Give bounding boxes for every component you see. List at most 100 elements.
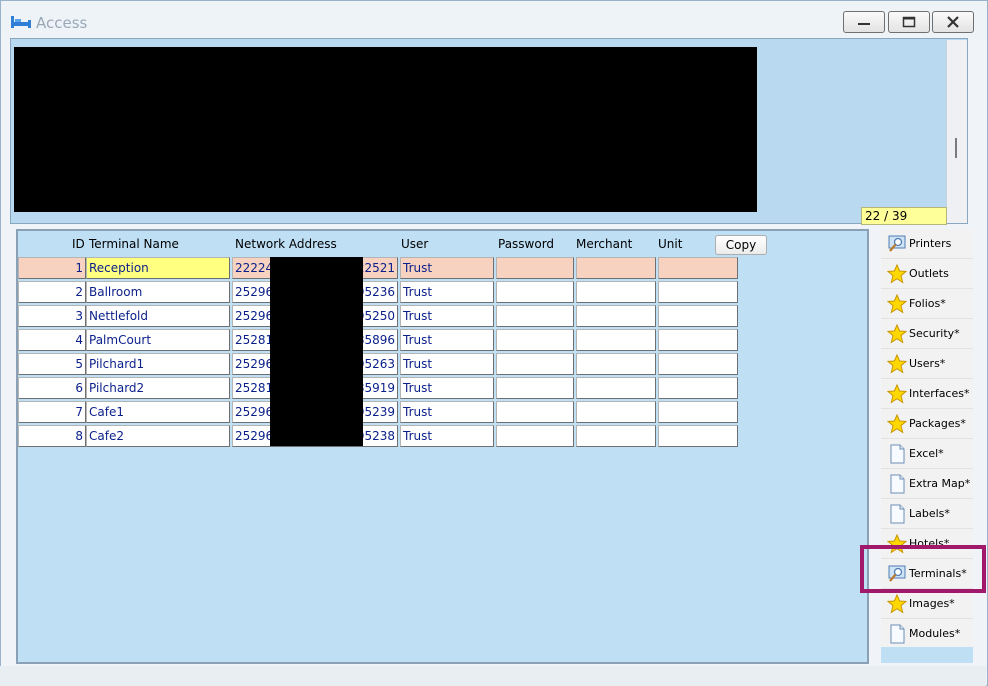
close-icon (947, 16, 959, 28)
cell-unit[interactable] (658, 305, 738, 327)
sidebar-item-packages[interactable]: Packages* (881, 409, 973, 439)
cell-unit[interactable] (658, 353, 738, 375)
star-icon (886, 353, 908, 374)
star-icon (886, 293, 908, 314)
cell-merchant[interactable] (576, 425, 656, 447)
sidebar-item-terminals[interactable]: Terminals* (881, 559, 973, 589)
sidebar-item-outlets[interactable]: Outlets (881, 259, 973, 289)
minimize-button[interactable] (843, 11, 885, 33)
cell-merchant[interactable] (576, 377, 656, 399)
cell-user[interactable]: Trust (400, 305, 494, 327)
table-row[interactable]: 6 Pilchard2 25281 85919 Trust (0, 377, 740, 399)
sidebar-item-excel[interactable]: Excel* (881, 439, 973, 469)
table-row[interactable]: 3 Nettlefold 25296 95250 Trust (0, 305, 740, 327)
cell-unit[interactable] (658, 281, 738, 303)
sidebar-item-label: Hotels* (909, 537, 950, 550)
search-doc-icon (887, 234, 907, 254)
sidebar-item-hotels[interactable]: Hotels* (881, 529, 973, 559)
sidebar-item-modules[interactable]: Modules* (881, 619, 973, 649)
redacted-address-block (270, 257, 363, 446)
cell-merchant[interactable] (576, 257, 656, 279)
sidebar-item-label: Packages* (909, 417, 966, 430)
network-address-start: 22224 (235, 261, 274, 275)
network-address-start: 25296 (235, 357, 274, 371)
cell-terminal-name[interactable]: Cafe1 (86, 401, 230, 423)
cell-merchant[interactable] (576, 401, 656, 423)
table-row[interactable]: 5 Pilchard1 25296 95263 Trust (0, 353, 740, 375)
cell-unit[interactable] (658, 377, 738, 399)
sidebar-item-interfaces[interactable]: Interfaces* (881, 379, 973, 409)
table-row[interactable]: 8 Cafe2 25296 95238 Trust (0, 425, 740, 447)
record-counter: 22 / 39 (861, 207, 947, 225)
sidebar-item-printers[interactable]: Printers (881, 229, 973, 259)
search-doc-icon (887, 564, 907, 584)
sidebar-item-label: Folios* (909, 297, 946, 310)
sidebar-item-images[interactable]: Images* (881, 589, 973, 619)
table-row[interactable]: 2 Ballroom 25296 95236 Trust (0, 281, 740, 303)
cell-terminal-name[interactable]: Pilchard1 (86, 353, 230, 375)
scrollbar-thumb[interactable] (955, 138, 957, 158)
cell-terminal-name[interactable]: PalmCourt (86, 329, 230, 351)
table-row[interactable]: 4 PalmCourt 25281 85896 Trust (0, 329, 740, 351)
cell-user[interactable]: Trust (400, 353, 494, 375)
cell-password[interactable] (496, 305, 574, 327)
cell-unit[interactable] (658, 425, 738, 447)
cell-terminal-name[interactable]: Cafe2 (86, 425, 230, 447)
sidebar-item-label: Modules* (909, 627, 961, 640)
star-icon (886, 323, 908, 344)
cell-password[interactable] (496, 257, 574, 279)
maximize-button[interactable] (888, 11, 930, 33)
cell-password[interactable] (496, 281, 574, 303)
sidebar-item-label: Printers (909, 237, 952, 250)
cell-id: 7 (18, 401, 86, 423)
sidebar-filler (881, 647, 973, 663)
cell-unit[interactable] (658, 401, 738, 423)
cell-password[interactable] (496, 377, 574, 399)
cell-id: 2 (18, 281, 86, 303)
sidebar: Printers Outlets Folios* Security* Users… (881, 229, 973, 649)
cell-password[interactable] (496, 401, 574, 423)
cell-terminal-name[interactable]: Pilchard2 (86, 377, 230, 399)
sidebar-item-extra-map[interactable]: Extra Map* (881, 469, 973, 499)
top-panel-scrollbar[interactable] (946, 40, 967, 223)
cell-terminal-name[interactable]: Nettlefold (86, 305, 230, 327)
cell-unit[interactable] (658, 257, 738, 279)
network-address-start: 25296 (235, 285, 274, 299)
cell-id: 6 (18, 377, 86, 399)
table-row[interactable]: 7 Cafe1 25296 95239 Trust (0, 401, 740, 423)
cell-merchant[interactable] (576, 281, 656, 303)
cell-user[interactable]: Trust (400, 257, 494, 279)
cell-password[interactable] (496, 353, 574, 375)
sidebar-item-security[interactable]: Security* (881, 319, 973, 349)
cell-merchant[interactable] (576, 353, 656, 375)
cell-unit[interactable] (658, 329, 738, 351)
cell-id: 3 (18, 305, 86, 327)
close-button[interactable] (932, 11, 974, 33)
network-address-start: 25281 (235, 333, 274, 347)
cell-user[interactable]: Trust (400, 281, 494, 303)
document-icon (887, 504, 907, 524)
cell-merchant[interactable] (576, 305, 656, 327)
table-row[interactable]: 1 Reception 22224 22521 Trust (0, 257, 740, 279)
sidebar-item-labels[interactable]: Labels* (881, 499, 973, 529)
cell-password[interactable] (496, 329, 574, 351)
copy-button[interactable]: Copy (715, 235, 767, 255)
cell-user[interactable]: Trust (400, 425, 494, 447)
cell-user[interactable]: Trust (400, 377, 494, 399)
sidebar-item-label: Interfaces* (909, 387, 970, 400)
star-icon (886, 593, 908, 614)
cell-terminal-name[interactable]: Reception (86, 257, 230, 279)
cell-merchant[interactable] (576, 329, 656, 351)
cell-terminal-name[interactable]: Ballroom (86, 281, 230, 303)
sidebar-item-folios[interactable]: Folios* (881, 289, 973, 319)
bed-icon (11, 15, 31, 29)
cell-user[interactable]: Trust (400, 401, 494, 423)
title-bar: Access (1, 1, 987, 39)
cell-id: 5 (18, 353, 86, 375)
header-unit: Unit (658, 237, 683, 251)
minimize-icon (858, 23, 870, 25)
cell-user[interactable]: Trust (400, 329, 494, 351)
cell-password[interactable] (496, 425, 574, 447)
cell-id: 4 (18, 329, 86, 351)
sidebar-item-users[interactable]: Users* (881, 349, 973, 379)
